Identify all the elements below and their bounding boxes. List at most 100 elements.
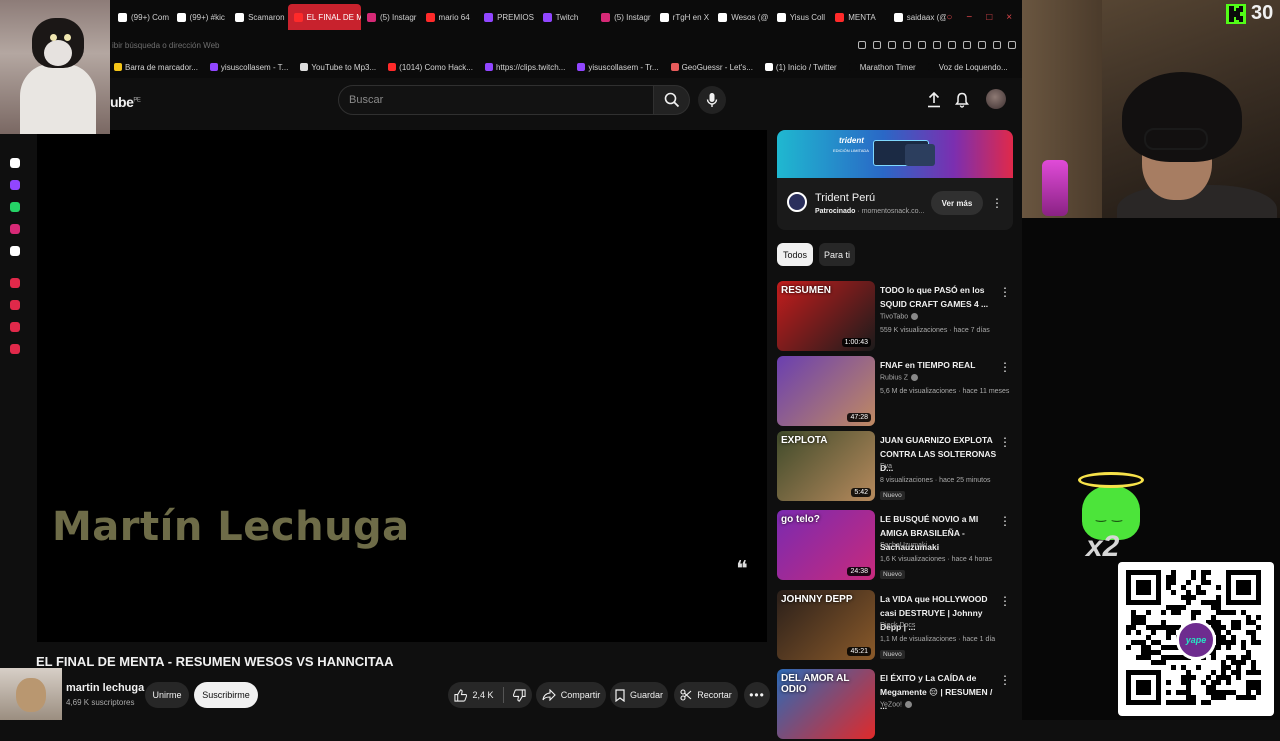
browser-tab[interactable]: Twitch (537, 4, 596, 30)
pin-icon[interactable] (873, 41, 881, 49)
recommendation-title[interactable]: TODO lo que PASÓ en los SQUID CRAFT GAME… (880, 283, 1000, 311)
play-icon[interactable] (918, 41, 926, 49)
clip-button[interactable]: Recortar (674, 682, 738, 708)
x-rail-icon[interactable] (10, 246, 20, 256)
browser-tab[interactable]: mario 64 (420, 4, 479, 30)
bookmark-item[interactable]: (1014) Como Hack... (388, 63, 473, 72)
create-button[interactable] (922, 88, 946, 112)
recommendation-channel[interactable]: Dieck Docs (880, 622, 915, 629)
browser-tab[interactable]: PREMIOS (478, 4, 537, 30)
extension-icon[interactable] (933, 41, 941, 49)
extension-icon-1[interactable] (10, 278, 20, 288)
instagram-rail-icon[interactable] (10, 224, 20, 234)
recommendation-item[interactable]: 47:28 FNAF en TIEMPO REAL Rubius Z 5,6 M de… (777, 356, 1017, 428)
screenshot-icon[interactable] (888, 41, 896, 49)
browser-tab[interactable]: MENTA (829, 4, 888, 30)
recommendation-item[interactable]: RESUMEN 1:00:43 TODO lo que PASÓ en los SQ… (777, 281, 1017, 353)
extensions-puzzle-icon[interactable] (948, 41, 956, 49)
browser-tab[interactable]: Scamaron (229, 4, 288, 30)
save-button[interactable]: Guardar (610, 682, 668, 708)
video-thumbnail[interactable]: 47:28 (777, 356, 875, 426)
chip-all[interactable]: Todos (777, 243, 813, 266)
recommendation-item[interactable]: go telo? 24:38 LE BUSQUÉ NOVIO a MI AMIGA … (777, 510, 1017, 582)
ad-banner[interactable]: trident EDICIÓN LIMITADA (777, 130, 1013, 178)
more-vertical-icon[interactable]: ⋮ (999, 360, 1011, 374)
minimize-icon[interactable]: − (966, 12, 972, 23)
recommendation-title[interactable]: JUAN GUARNIZO EXPLOTA CONTRA LAS SOLTERO… (880, 433, 1000, 475)
lock-icon[interactable] (963, 41, 971, 49)
ad-menu-icon[interactable]: ⋮ (991, 196, 1003, 210)
search-tab-icon[interactable]: ○ (946, 12, 952, 23)
recommendation-item[interactable]: JOHNNY DEPP 45:21 La VIDA que HOLLYWOOD ca… (777, 590, 1017, 662)
subscribe-button[interactable]: Suscribirme (194, 682, 258, 708)
search-button[interactable] (654, 85, 690, 115)
video-thumbnail[interactable]: DEL AMOR AL ODIO (777, 669, 875, 739)
video-player[interactable] (37, 130, 767, 642)
close-icon[interactable]: × (1006, 12, 1012, 23)
twitch-rail-icon[interactable] (10, 180, 20, 190)
recommendation-item[interactable]: DEL AMOR AL ODIO El ÉXITO y La CAÍDA de M… (777, 669, 1017, 741)
recommendation-channel[interactable]: Eva (880, 463, 892, 470)
notifications-button[interactable] (950, 88, 974, 112)
address-bar[interactable]: ibir búsqueda o dirección Web (0, 34, 1022, 56)
voice-search-button[interactable] (698, 86, 726, 114)
menu-icon[interactable] (1008, 41, 1016, 49)
player-control-icon[interactable]: ❝ (736, 556, 748, 582)
recommendation-item[interactable]: EXPLOTA 5:42 JUAN GUARNIZO EXPLOTA CONTRA … (777, 431, 1017, 503)
recommendation-channel[interactable]: TivoTabo (880, 313, 919, 320)
extension-icon-2[interactable] (10, 300, 20, 310)
chip-for-you[interactable]: Para ti (819, 243, 855, 266)
whatsapp-icon[interactable] (10, 202, 20, 212)
ad-cta-button[interactable]: Ver más (931, 191, 983, 215)
recommendation-channel[interactable]: Rubius Z (880, 374, 919, 381)
advertiser-name[interactable]: Trident Perú (815, 192, 875, 204)
browser-tab[interactable]: Yisus Coll (771, 4, 830, 30)
recommendation-channel[interactable]: SachaUzumaki (880, 542, 927, 549)
bookmark-item[interactable]: yisuscollasem - T... (209, 63, 288, 72)
bookmark-item[interactable]: (1) Inicio / Twitter (764, 63, 837, 72)
account-avatar[interactable] (986, 89, 1006, 109)
more-vertical-icon[interactable]: ⋮ (999, 285, 1011, 299)
more-vertical-icon[interactable]: ⋮ (999, 514, 1011, 528)
like-icon[interactable] (454, 688, 468, 702)
bookmark-item[interactable]: Voz de Loquendo... (927, 63, 1008, 72)
recommendation-channel[interactable]: YeZoo! (880, 701, 912, 708)
video-thumbnail[interactable]: EXPLOTA 5:42 (777, 431, 875, 501)
more-actions-button[interactable]: ••• (744, 682, 770, 708)
share-button[interactable]: Compartir (536, 682, 606, 708)
browser-tab[interactable]: (99+) Com (112, 4, 171, 30)
recommendation-title[interactable]: FNAF en TIEMPO REAL (880, 358, 1000, 372)
settings-rail-icon[interactable] (10, 344, 20, 354)
download-icon[interactable] (993, 41, 1001, 49)
bookmark-item[interactable]: https://clips.twitch... (484, 63, 565, 72)
extension-icon-3[interactable] (10, 322, 20, 332)
kick-rail-icon[interactable] (10, 158, 20, 168)
browser-tab[interactable]: EL FINAL DE MENTA (287, 4, 361, 30)
shield-icon[interactable] (903, 41, 911, 49)
browser-tab[interactable]: (99+) #kic (171, 4, 230, 30)
search-input[interactable]: Buscar (338, 85, 654, 115)
bookmark-item[interactable]: yisuscollasem - Tr... (577, 63, 659, 72)
more-vertical-icon[interactable]: ⋮ (999, 594, 1011, 608)
join-button[interactable]: Unirme (145, 682, 189, 708)
zoom-icon[interactable] (858, 41, 866, 49)
browser-tab[interactable]: rTgH en X (654, 4, 713, 30)
channel-name[interactable]: martin lechuga (66, 682, 144, 694)
restore-icon[interactable]: □ (986, 12, 992, 23)
youtube-logo[interactable]: ubePE (110, 94, 141, 110)
bookmark-item[interactable]: Barra de marcador... (114, 63, 198, 72)
video-thumbnail[interactable]: RESUMEN 1:00:43 (777, 281, 875, 351)
browser-tab[interactable]: Wesos (@ (712, 4, 771, 30)
video-thumbnail[interactable]: go telo? 24:38 (777, 510, 875, 580)
more-vertical-icon[interactable]: ⋮ (999, 673, 1011, 687)
more-vertical-icon[interactable]: ⋮ (999, 435, 1011, 449)
browser-tab[interactable]: (5) Instagr (595, 4, 654, 30)
video-thumbnail[interactable]: JOHNNY DEPP 45:21 (777, 590, 875, 660)
browser-tab[interactable]: (5) Instagr (361, 4, 420, 30)
bookmark-item[interactable]: Marathon Timer (848, 63, 916, 72)
dislike-icon[interactable] (512, 688, 526, 702)
bookmark-item[interactable]: YouTube to Mp3... (300, 63, 376, 72)
profile-icon[interactable] (978, 41, 986, 49)
browser-tab[interactable]: saidaax (@ (888, 4, 946, 30)
bookmark-item[interactable]: GeoGuessr - Let's... (670, 63, 753, 72)
